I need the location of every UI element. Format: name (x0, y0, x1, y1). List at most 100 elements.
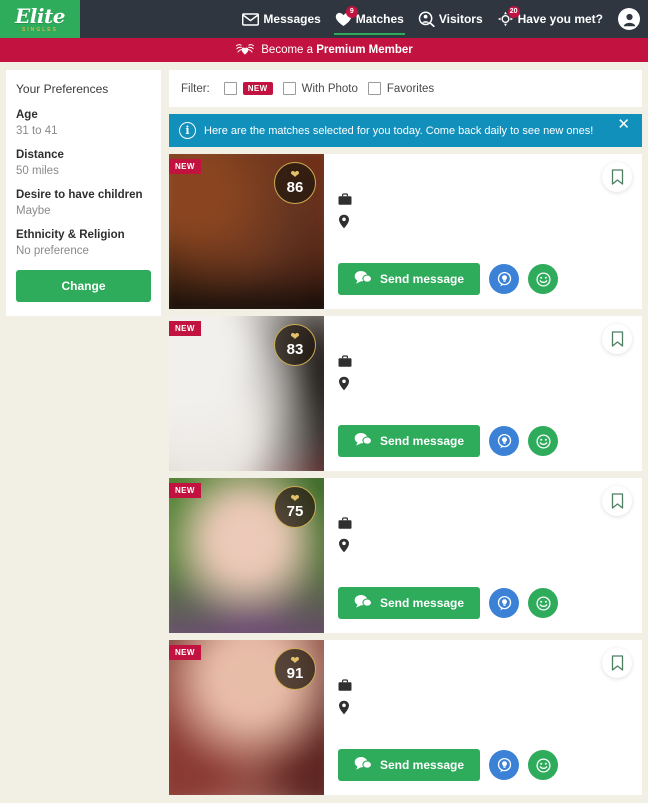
match-score-value: 75 (286, 503, 304, 521)
smile-back-button[interactable] (489, 264, 520, 294)
compass-icon: 20 (497, 5, 520, 28)
match-job-row (338, 190, 628, 212)
bookmark-icon[interactable] (602, 486, 632, 516)
filter-checkbox-with-photo[interactable] (282, 82, 296, 95)
bookmark-icon[interactable] (602, 324, 632, 354)
match-actions: Send message (338, 425, 628, 457)
site-logo[interactable]: Elite SINGLES (0, 0, 80, 38)
nav-item-messages[interactable]: Messages (241, 0, 321, 38)
nav-badge-have-you-met: 20 (507, 5, 520, 18)
bookmark-icon[interactable] (602, 648, 632, 678)
match-meta (338, 352, 628, 396)
visitors-icon (418, 11, 435, 28)
smile-back-button[interactable] (489, 426, 520, 456)
match-meta (338, 514, 628, 558)
hearts-wings-icon (235, 42, 255, 59)
primary-nav: Messages 9 Matches Visitors 20 Have you … (80, 0, 648, 38)
filter-option-with-photo[interactable]: With Photo (282, 82, 358, 95)
premium-banner-text: Become a Premium Member (261, 44, 413, 56)
preference-label: Ethnicity & Religion (16, 228, 125, 241)
match-score-badge: ❤ 91 (274, 648, 316, 690)
matches-main-column: Filter: NEW With Photo Favorites i Here … (169, 70, 642, 795)
match-meta (338, 676, 628, 720)
match-photo[interactable]: NEW ❤ 86 (169, 154, 324, 309)
map-pin-icon (338, 700, 350, 718)
filter-bar: Filter: NEW With Photo Favorites (169, 70, 642, 107)
nav-label-visitors: Visitors (438, 12, 483, 26)
filter-checkbox-favorites[interactable] (367, 82, 381, 95)
smile-back-button[interactable] (489, 750, 520, 780)
new-badge: NEW (169, 321, 201, 336)
notice-text: Here are the matches selected for you to… (204, 124, 594, 137)
premium-member-banner[interactable]: Become a Premium Member (0, 38, 648, 62)
send-message-label: Send message (380, 758, 465, 772)
close-icon[interactable]: ✕ (615, 117, 632, 132)
send-message-button[interactable]: Send message (338, 587, 481, 619)
match-meta (338, 190, 628, 234)
logo-tagline: SINGLES (22, 26, 58, 33)
match-photo[interactable]: NEW ❤ 75 (169, 478, 324, 633)
match-actions: Send message (338, 263, 628, 295)
new-badge: NEW (169, 645, 201, 660)
match-card[interactable]: NEW ❤ 91 Send message (169, 640, 642, 795)
match-details: Send message (324, 640, 642, 795)
match-score-value: 91 (286, 665, 304, 683)
nav-item-visitors[interactable]: Visitors (417, 0, 484, 38)
smiley-icon (535, 433, 551, 449)
nav-label-matches: Matches (355, 12, 404, 26)
idea-bubble-icon (497, 595, 511, 610)
chat-bubble-icon (354, 756, 373, 774)
match-photo[interactable]: NEW ❤ 83 (169, 316, 324, 471)
send-smile-button[interactable] (528, 588, 559, 618)
briefcase-icon (338, 517, 352, 533)
map-pin-icon (338, 538, 350, 556)
briefcase-icon (338, 355, 352, 371)
map-pin-icon (338, 376, 350, 394)
match-score-badge: ❤ 83 (274, 324, 316, 366)
smile-back-button[interactable] (489, 588, 520, 618)
preference-value: 31 to 41 (16, 124, 58, 137)
preference-children: Desire to have children Maybe (16, 188, 151, 217)
new-badge: NEW (169, 483, 201, 498)
new-chip: NEW (242, 82, 273, 95)
send-message-button[interactable]: Send message (338, 263, 481, 295)
send-smile-button[interactable] (528, 264, 559, 294)
briefcase-icon (338, 193, 352, 209)
match-actions: Send message (338, 749, 628, 781)
change-preferences-button[interactable]: Change (16, 269, 151, 302)
send-message-button[interactable]: Send message (338, 749, 481, 781)
match-location-row (338, 698, 628, 720)
match-card[interactable]: NEW ❤ 75 Send message (169, 478, 642, 633)
preference-ethnicity-religion: Ethnicity & Religion No preference (16, 228, 151, 257)
chat-bubble-icon (354, 432, 373, 450)
preference-distance: Distance 50 miles (16, 148, 151, 177)
nav-label-have-you-met: Have you met? (517, 12, 603, 26)
top-navigation-bar: Elite SINGLES Messages 9 Matches Visitor… (0, 0, 648, 38)
envelope-icon (242, 11, 260, 28)
nav-badge-matches: 9 (345, 5, 358, 18)
match-location-row (338, 536, 628, 558)
nav-item-have-you-met[interactable]: 20 Have you met? (496, 0, 604, 38)
bookmark-icon[interactable] (602, 162, 632, 192)
match-score-badge: ❤ 75 (274, 486, 316, 528)
send-message-button[interactable]: Send message (338, 425, 481, 457)
send-smile-button[interactable] (528, 750, 559, 780)
nav-item-matches[interactable]: 9 Matches (333, 0, 405, 38)
map-pin-icon (338, 214, 350, 232)
filter-option-favorites[interactable]: Favorites (367, 82, 435, 95)
match-job-row (338, 514, 628, 536)
match-score-value: 86 (286, 179, 304, 197)
filter-option-new[interactable]: NEW (223, 82, 273, 95)
send-smile-button[interactable] (528, 426, 559, 456)
match-photo[interactable]: NEW ❤ 91 (169, 640, 324, 795)
smiley-icon (535, 757, 551, 773)
filter-checkbox-new[interactable] (223, 82, 237, 95)
match-score-badge: ❤ 86 (274, 162, 316, 204)
user-avatar-icon[interactable] (618, 8, 640, 30)
match-card[interactable]: NEW ❤ 86 Send message (169, 154, 642, 309)
preference-value: No preference (16, 244, 89, 257)
preference-label: Age (16, 109, 38, 121)
filter-label-favorites: Favorites (386, 82, 435, 95)
chat-bubble-icon (354, 270, 373, 288)
match-card[interactable]: NEW ❤ 83 Send message (169, 316, 642, 471)
